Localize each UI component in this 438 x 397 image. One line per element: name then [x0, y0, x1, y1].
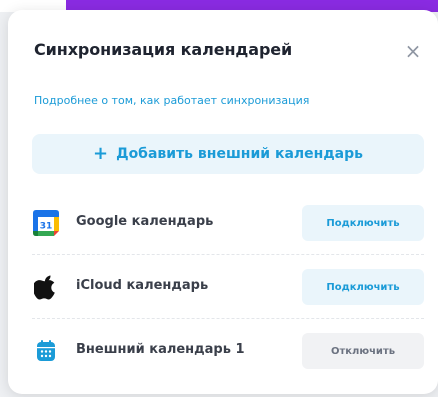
row-divider	[32, 318, 424, 319]
connect-icloud-button[interactable]: Подключить	[302, 269, 424, 305]
calendar-icon	[32, 337, 60, 365]
google-calendar-icon: 31	[32, 209, 60, 237]
apple-icon	[32, 273, 60, 301]
close-icon: ×	[404, 39, 422, 63]
calendar-sync-dialog: Синхронизация календарей × Подробнее о т…	[8, 10, 438, 394]
close-button[interactable]: ×	[402, 39, 424, 63]
dialog-title: Синхронизация календарей	[34, 40, 293, 59]
row-divider	[32, 254, 424, 255]
calendar-name: Внешний календарь 1	[76, 342, 245, 357]
calendar-name: Google календарь	[76, 214, 214, 229]
calendar-row-icloud: iCloud календарь Подключить	[32, 262, 424, 312]
calendar-row-google: 31 Google календарь Подключить	[32, 198, 424, 248]
plus-icon: +	[93, 143, 109, 164]
connect-google-button[interactable]: Подключить	[302, 205, 424, 241]
calendar-row-external: Внешний календарь 1 Отключить	[32, 326, 424, 376]
add-external-calendar-label: Добавить внешний календарь	[116, 146, 363, 162]
sync-help-link[interactable]: Подробнее о том, как работает синхрониза…	[34, 94, 309, 107]
calendar-name: iCloud календарь	[76, 278, 209, 293]
google-calendar-day-text: 31	[40, 222, 53, 232]
add-external-calendar-button[interactable]: + Добавить внешний календарь	[32, 134, 424, 174]
disconnect-external-button[interactable]: Отключить	[302, 333, 424, 369]
